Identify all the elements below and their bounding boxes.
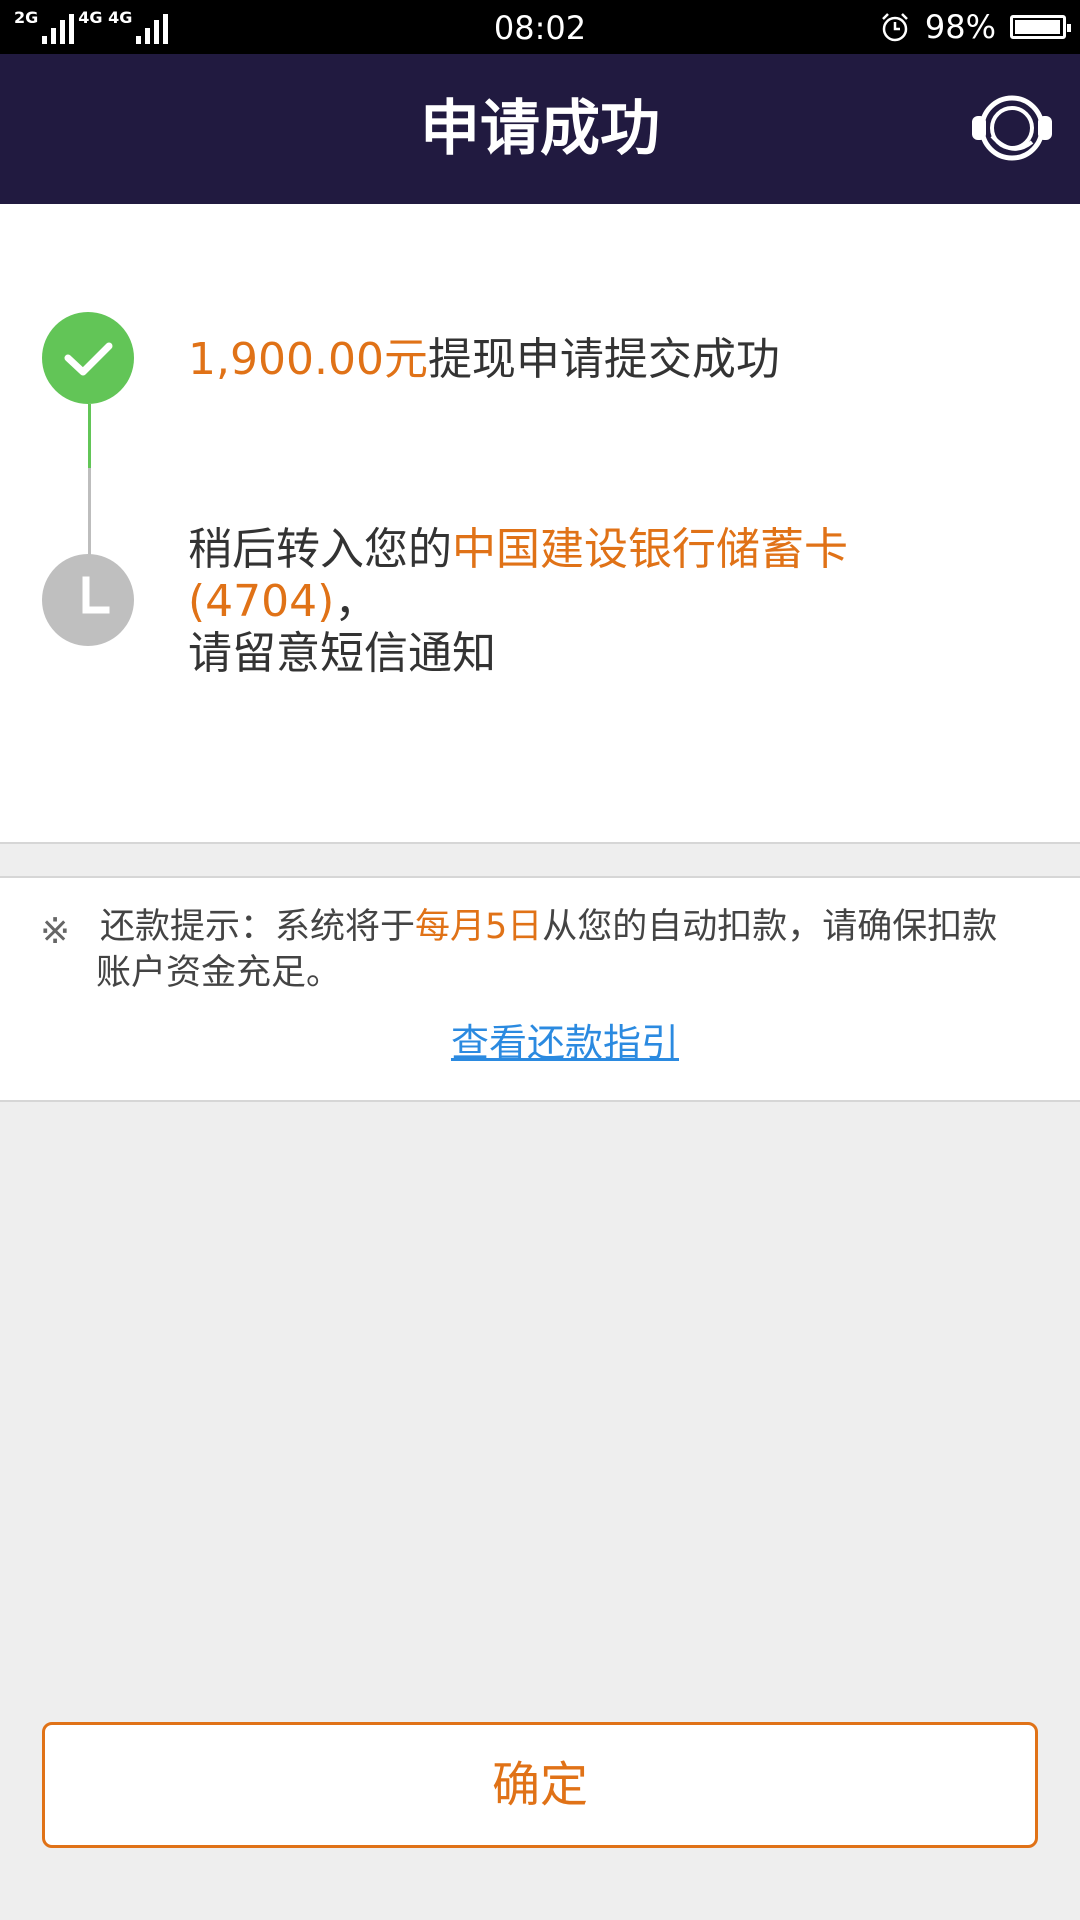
sms-notice: 请留意短信通知	[188, 628, 496, 679]
result-panel: 1,900.00元提现申请提交成功 稍后转入您的中国建设银行储蓄卡 (4704)，…	[0, 204, 1080, 844]
battery-icon	[1010, 15, 1071, 39]
repayment-tip-panel: ※ 还款提示：系统将于每月5日从您的自动扣款，请确保扣款账户资金充足。 查看还款…	[0, 876, 1080, 1102]
battery-percent: 98%	[924, 8, 996, 46]
alarm-icon	[881, 13, 908, 42]
status-bar: 2G 4G 4G 08:02 98%	[0, 0, 1080, 54]
repayment-guide-link[interactable]: 查看还款指引	[0, 1018, 1080, 1068]
withdraw-amount: 1,900.00元	[188, 334, 428, 385]
tip-mark: ※	[40, 911, 71, 952]
transfer-comma: ，	[334, 576, 379, 627]
step-submitted-label: 提现申请提交成功	[427, 334, 780, 385]
repayment-date: 每月5日	[415, 907, 543, 947]
progress-line-pending	[88, 468, 91, 558]
bank-name: 中国建设银行储蓄卡	[452, 524, 848, 575]
status-right: 98%	[879, 6, 1071, 48]
card-tail-number: (4704)	[188, 576, 335, 627]
clock-icon	[82, 576, 110, 614]
check-icon	[64, 342, 113, 376]
repayment-tip-text: 还款提示：系统将于每月5日从您的自动扣款，请确保扣款账户资金充足。	[96, 904, 1026, 996]
nav-bar: 申请成功	[0, 54, 1080, 204]
step-pending-marker	[42, 554, 134, 646]
step-transfer-text: 稍后转入您的中国建设银行储蓄卡 (4704)， 请留意短信通知	[188, 524, 1008, 680]
transfer-prefix: 稍后转入您的	[188, 524, 452, 575]
page-title: 申请成功	[420, 94, 660, 164]
confirm-button[interactable]: 确定	[42, 1722, 1038, 1848]
tip-prefix: 还款提示：系统将于	[100, 907, 416, 947]
step-done-marker	[42, 312, 134, 404]
progress-line-done	[88, 404, 91, 468]
step-submitted-text: 1,900.00元提现申请提交成功	[188, 330, 780, 390]
headset-icon[interactable]	[970, 92, 1054, 168]
